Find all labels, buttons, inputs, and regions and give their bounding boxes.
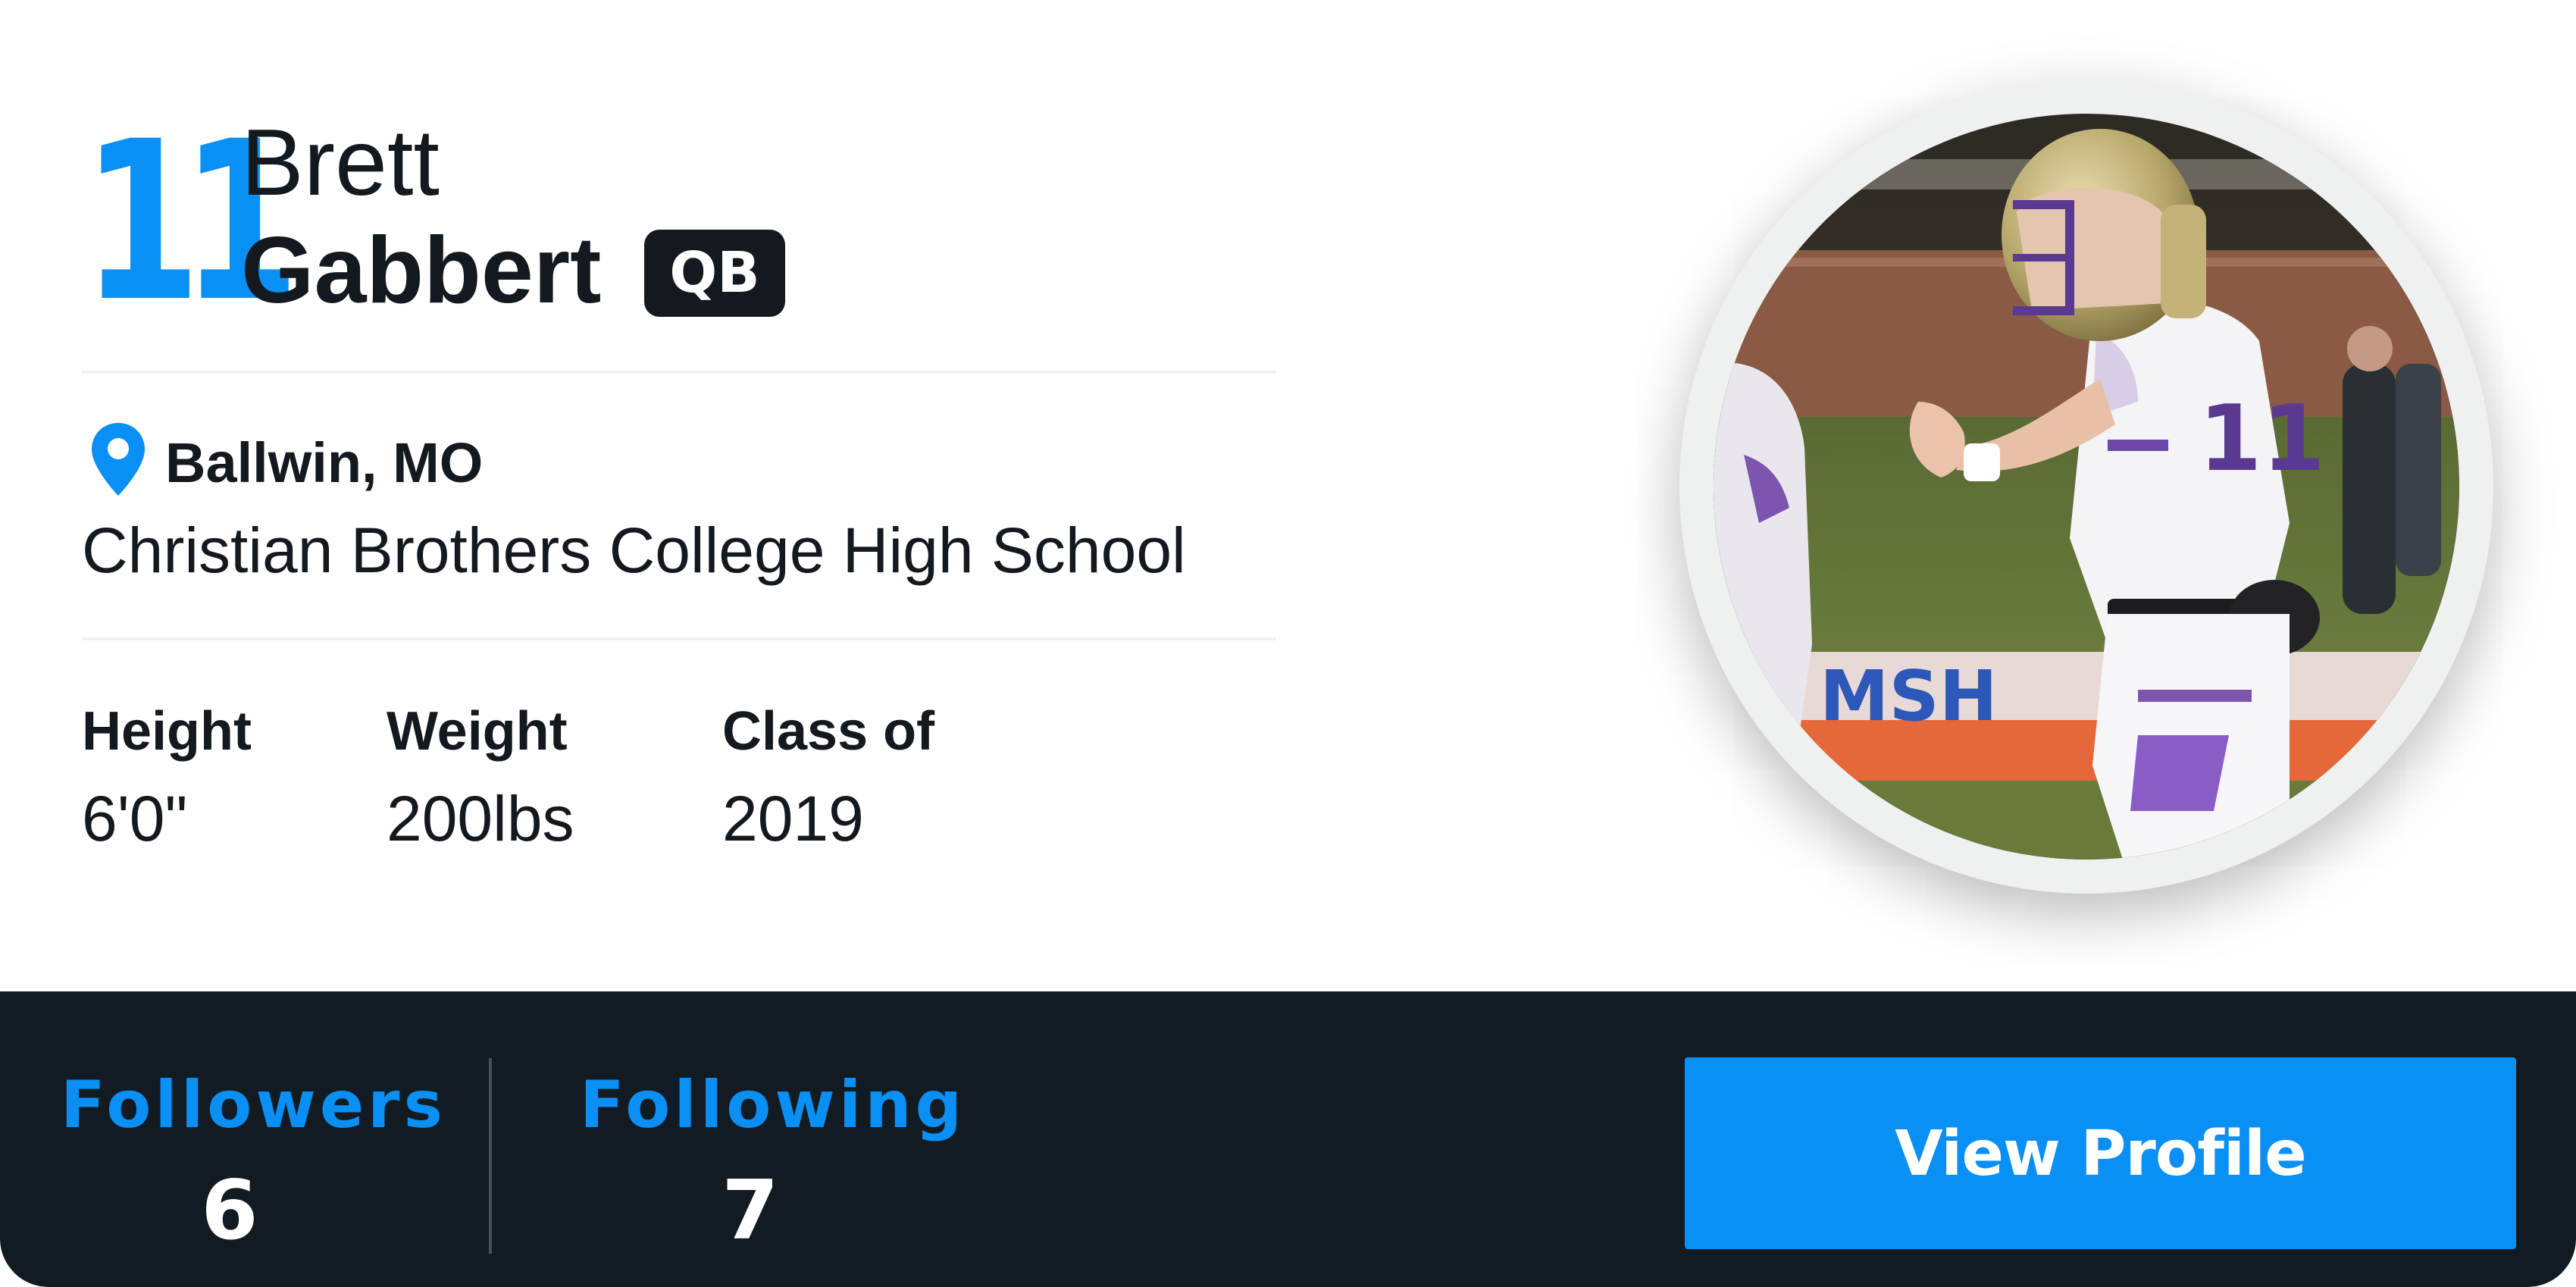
followers-count[interactable]: 6	[61, 1166, 399, 1257]
height-label: Height	[82, 701, 252, 762]
social-bar: Followers 6 Following 7 View Profile	[0, 991, 2576, 1287]
banner-text: MSH	[1820, 656, 1998, 737]
following-label[interactable]: Following	[580, 1067, 966, 1143]
weight-label: Weight	[387, 701, 568, 762]
player-card: 11 Brett Gabbert QB Ballwin, MO Christia…	[0, 0, 2576, 1287]
divider	[82, 637, 1276, 640]
following-count[interactable]: 7	[580, 1166, 921, 1257]
view-profile-button[interactable]: View Profile	[1685, 1057, 2516, 1249]
height-value: 6'0"	[82, 783, 188, 854]
map-pin-icon	[89, 421, 147, 497]
class-value: 2019	[722, 783, 864, 854]
player-last-name: Gabbert	[241, 218, 602, 323]
followers-label[interactable]: Followers	[61, 1067, 446, 1143]
class-label: Class of	[722, 701, 935, 762]
position-badge: QB	[644, 230, 785, 317]
svg-text:11: 11	[2199, 387, 2325, 492]
divider	[82, 371, 1276, 374]
weight-value: 200lbs	[387, 783, 574, 854]
player-school: Christian Brothers College High School	[82, 515, 1186, 586]
jersey-number: 11	[82, 95, 300, 350]
player-photo-frame: MSH 11	[1679, 80, 2493, 894]
player-first-name: Brett	[241, 111, 440, 215]
player-location: Ballwin, MO	[165, 431, 484, 494]
bar-divider	[489, 1058, 492, 1254]
player-photo: MSH 11	[1714, 114, 2459, 860]
